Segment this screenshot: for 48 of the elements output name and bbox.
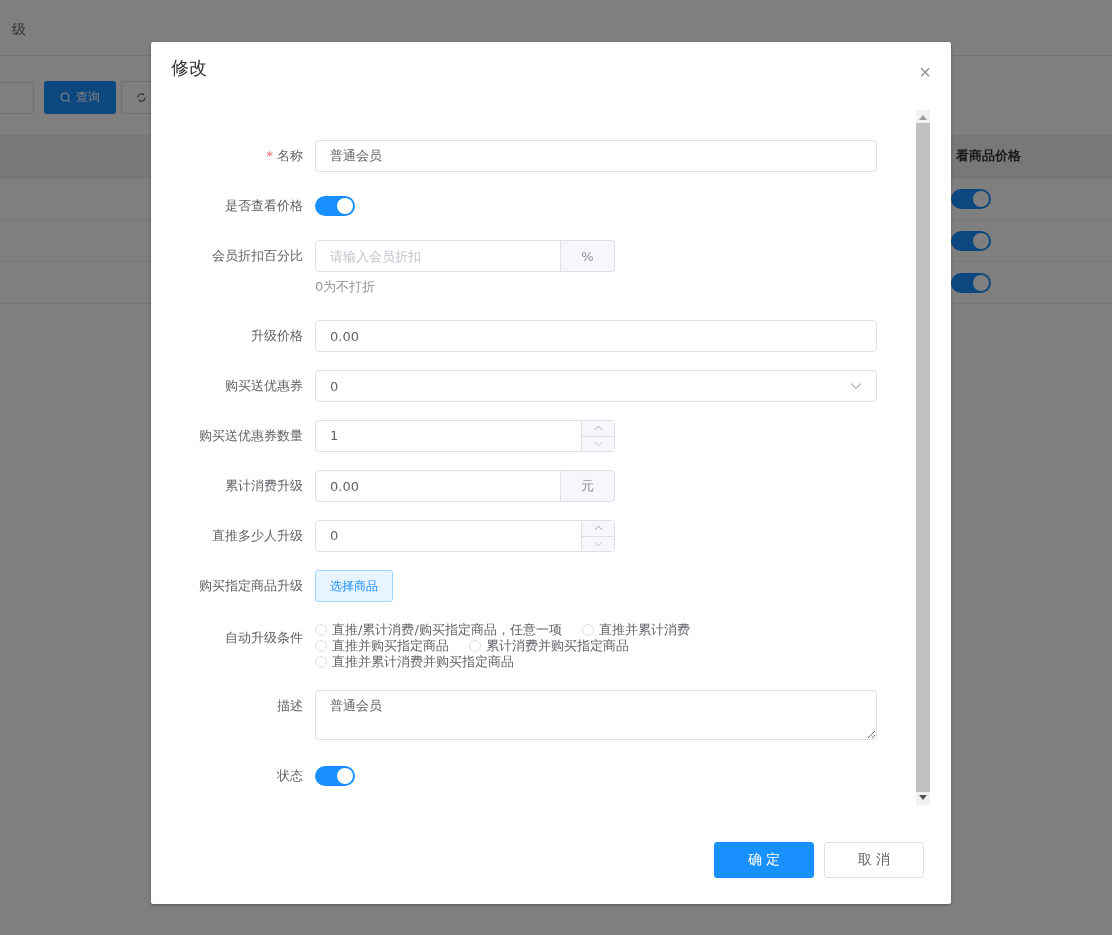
chevron-down-icon: [593, 540, 603, 547]
field-label: 会员折扣百分比: [212, 247, 303, 265]
chevron-down-icon: [593, 440, 603, 447]
select-field[interactable]: 0: [315, 370, 877, 402]
field-label: 名称: [277, 147, 303, 165]
scroll-up-icon: [919, 115, 927, 120]
required-mark: *: [266, 147, 273, 165]
chevron-down-icon: [850, 382, 862, 390]
description-field[interactable]: 普通会员: [315, 690, 877, 740]
field-label: 描述: [277, 697, 303, 715]
text-field[interactable]: 请输入会员折扣: [315, 240, 561, 272]
field-label: 累计消费升级: [225, 477, 303, 495]
field-label: 购买送优惠券数量: [199, 427, 303, 445]
chevron-up-icon: [593, 525, 603, 532]
toggle-switch[interactable]: [315, 766, 355, 786]
field-label: 自动升级条件: [225, 629, 303, 647]
column-header: 看商品价格: [956, 147, 1021, 165]
text-field[interactable]: 0.00: [315, 470, 561, 502]
number-field[interactable]: 1: [315, 420, 615, 452]
number-field[interactable]: 0: [315, 520, 615, 552]
field-label: 直推多少人升级: [212, 527, 303, 545]
toggle-switch[interactable]: [315, 196, 355, 216]
unit-addon: 元: [561, 470, 615, 502]
toggle-switch[interactable]: [951, 188, 991, 209]
dialog-title: 修改: [171, 56, 207, 80]
toggle-switch[interactable]: [951, 272, 991, 293]
page-title: 级: [12, 21, 26, 39]
unit-addon: %: [561, 240, 615, 272]
search-icon: [60, 92, 71, 103]
field-label: 升级价格: [251, 327, 303, 345]
radio-option[interactable]: 累计消费并购买指定商品: [469, 638, 629, 654]
cancel-button[interactable]: 取 消: [824, 842, 924, 878]
field-label: 购买指定商品升级: [199, 577, 303, 595]
text-field[interactable]: 普通会员: [315, 140, 877, 172]
chevron-up-icon: [593, 425, 603, 432]
toggle-switch[interactable]: [951, 230, 991, 251]
radio-option[interactable]: 直推/累计消费/购买指定商品，任意一项: [315, 622, 562, 638]
hint-text: 0为不打折: [315, 278, 377, 296]
field-label: 状态: [277, 767, 303, 785]
radio-option[interactable]: 直推并购买指定商品: [315, 638, 449, 654]
radio-option[interactable]: 直推并累计消费并购买指定商品: [315, 654, 514, 670]
scrollbar[interactable]: [916, 110, 930, 805]
field-label: 是否查看价格: [225, 197, 303, 215]
field-label: 购买送优惠券: [225, 377, 303, 395]
scroll-down-icon: [919, 795, 927, 800]
refresh-icon: [136, 92, 147, 103]
text-field[interactable]: 0.00: [315, 320, 877, 352]
radio-option[interactable]: 直推并累计消费: [581, 622, 690, 638]
